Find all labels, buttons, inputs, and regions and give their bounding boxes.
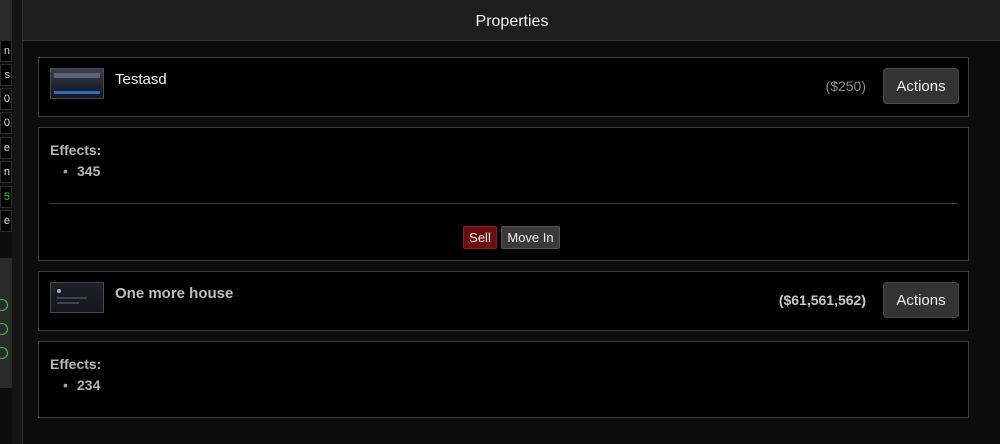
property-thumbnail (50, 282, 104, 313)
effects-list: 345 (63, 163, 101, 179)
effect-item: 345 (63, 163, 101, 179)
sidebar-header-block (0, 0, 12, 40)
left-sidebar-clipped: n s 0 0 e n 5 e (0, 0, 12, 444)
properties-window: Properties Testasd ($250) Actions Effect… (22, 0, 1000, 444)
sidebar-cell: s (0, 64, 12, 86)
sidebar-cell: n (0, 40, 12, 62)
property-header-testasd[interactable]: Testasd ($250) Actions (38, 57, 969, 117)
property-name: One more house (115, 285, 234, 302)
sidebar-cell: 0 (0, 112, 12, 134)
divider (49, 203, 958, 204)
property-details-testasd: Effects: 345 Sell Move In (38, 127, 969, 261)
actions-button[interactable]: Actions (883, 282, 959, 318)
property-name: Testasd (115, 71, 167, 88)
effect-item: 234 (63, 377, 101, 393)
property-details-one-more-house: Effects: 234 (38, 341, 969, 418)
window-title: Properties (23, 0, 1000, 41)
property-price: ($61,561,562) (778, 292, 866, 308)
actions-button[interactable]: Actions (883, 68, 959, 104)
property-price: ($250) (825, 78, 866, 94)
sidebar-cell: e (0, 137, 12, 159)
sidebar-cell: e (0, 210, 12, 232)
effects-list: 234 (63, 377, 101, 393)
sidebar-cell: 0 (0, 88, 12, 110)
sidebar-cell-green: 5 (0, 186, 12, 208)
move-in-button[interactable]: Move In (501, 226, 560, 249)
sell-button[interactable]: Sell (463, 226, 497, 249)
effects-title: Effects: (50, 142, 102, 158)
property-header-one-more-house[interactable]: One more house ($61,561,562) Actions (38, 271, 969, 331)
effects-title: Effects: (50, 356, 102, 372)
sidebar-cell: n (0, 161, 12, 183)
property-thumbnail (50, 68, 104, 99)
